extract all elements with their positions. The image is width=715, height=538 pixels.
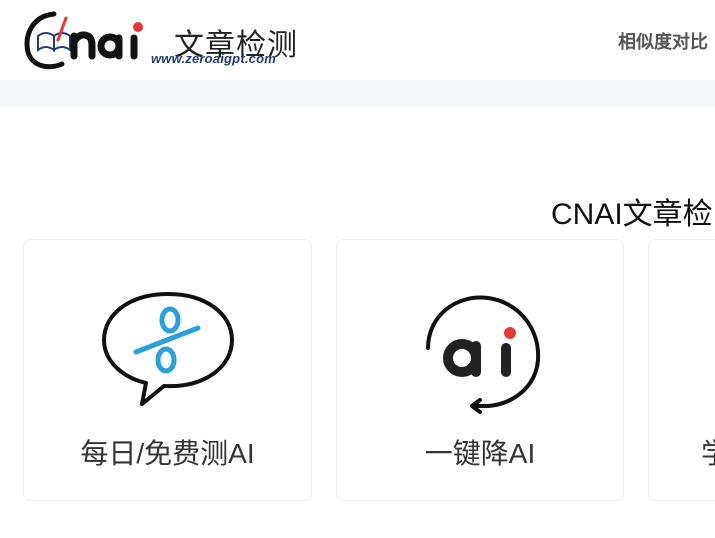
card-label: 一键降AI — [424, 438, 536, 469]
logo-url: www.zeroaigpt.com — [151, 51, 276, 66]
feature-card-partial[interactable]: 学 — [648, 239, 715, 501]
speech-bubble-percent-icon — [98, 288, 238, 413]
ai-circle-arrow-icon — [410, 288, 550, 423]
nav-similarity-compare[interactable]: 相似度对比 — [618, 28, 708, 54]
site-logo[interactable]: 文章检测 www.zeroaigpt.com — [24, 6, 297, 72]
header-divider-band — [0, 80, 715, 106]
section-title: CNAI文章检 — [551, 198, 713, 231]
cnai-logo-mark-icon — [24, 11, 143, 70]
card-label: 学 — [701, 432, 715, 472]
card-label: 每日/免费测AI — [80, 438, 255, 469]
feature-card-daily-free-ai-detect[interactable]: 每日/免费测AI — [23, 239, 312, 501]
feature-card-one-click-reduce-ai[interactable]: 一键降AI — [336, 239, 624, 501]
site-header: 文章检测 www.zeroaigpt.com 相似度对比 — [0, 0, 715, 80]
